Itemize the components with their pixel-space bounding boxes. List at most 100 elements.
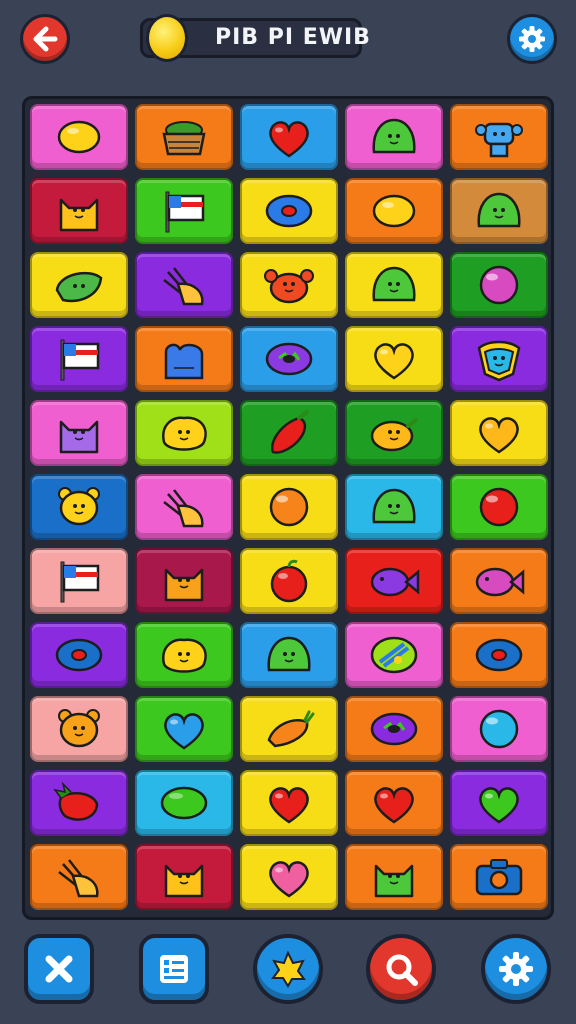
fish-icon (370, 567, 420, 597)
lemon-icon (57, 120, 101, 154)
fish-icon (475, 567, 525, 597)
tile[interactable] (240, 178, 338, 244)
tile[interactable] (345, 326, 443, 392)
tile[interactable] (30, 400, 128, 466)
tile[interactable] (135, 252, 233, 318)
cat-icon (59, 198, 99, 232)
tile[interactable] (240, 252, 338, 318)
tile[interactable] (450, 326, 548, 392)
tile[interactable] (240, 622, 338, 688)
cat-icon (59, 420, 99, 454)
tile[interactable] (30, 104, 128, 170)
tile[interactable] (135, 474, 233, 540)
tile[interactable] (345, 104, 443, 170)
lemon-icon (372, 194, 416, 228)
plate-icon (370, 636, 418, 674)
tile[interactable] (345, 844, 443, 910)
slime-icon (477, 192, 521, 228)
tile-grid (30, 104, 548, 912)
cat-icon (374, 864, 414, 898)
tile[interactable] (450, 400, 548, 466)
orb-icon (479, 487, 519, 527)
heart-icon (479, 417, 519, 454)
tile[interactable] (135, 326, 233, 392)
tile[interactable] (135, 104, 233, 170)
tile[interactable] (135, 770, 233, 836)
game-title: PIB PI EWIB (215, 25, 371, 50)
crab-icon (264, 269, 314, 304)
tile[interactable] (345, 548, 443, 614)
search-button[interactable] (366, 934, 436, 1004)
tile[interactable] (30, 474, 128, 540)
blob-face-icon (162, 416, 207, 451)
mango-icon (370, 418, 418, 452)
tile[interactable] (30, 252, 128, 318)
search-icon (386, 954, 418, 986)
orb-icon (479, 709, 519, 749)
tile[interactable] (135, 696, 233, 762)
tile[interactable] (240, 474, 338, 540)
tile[interactable] (240, 770, 338, 836)
ring-icon (475, 638, 523, 672)
tile[interactable] (450, 548, 548, 614)
tile[interactable] (450, 252, 548, 318)
tile[interactable] (450, 696, 548, 762)
list-icon (160, 955, 188, 983)
list-button[interactable] (139, 934, 209, 1004)
cat-icon (164, 568, 204, 602)
tile[interactable] (30, 178, 128, 244)
close-icon (45, 955, 73, 983)
tile[interactable] (135, 622, 233, 688)
tile[interactable] (345, 622, 443, 688)
tile[interactable] (345, 696, 443, 762)
hint-button[interactable] (253, 934, 323, 1004)
slime-icon (372, 488, 416, 524)
tile[interactable] (135, 178, 233, 244)
tile[interactable] (135, 844, 233, 910)
tile[interactable] (30, 770, 128, 836)
tile[interactable] (345, 252, 443, 318)
slime-icon (372, 118, 416, 154)
heart-icon (374, 787, 414, 824)
tile[interactable] (30, 548, 128, 614)
tile[interactable] (240, 844, 338, 910)
heart-icon (269, 787, 309, 824)
tile[interactable] (345, 178, 443, 244)
arrow-left-icon (33, 26, 58, 52)
settings-button[interactable] (481, 934, 551, 1004)
tile[interactable] (240, 326, 338, 392)
tile[interactable] (240, 400, 338, 466)
tile[interactable] (450, 844, 548, 910)
tile[interactable] (30, 622, 128, 688)
tile[interactable] (135, 400, 233, 466)
tile[interactable] (450, 178, 548, 244)
tile[interactable] (345, 400, 443, 466)
hand-icon (163, 267, 204, 306)
cat-icon (164, 864, 204, 898)
hand-icon (163, 489, 204, 528)
tile[interactable] (30, 844, 128, 910)
robot-icon (475, 122, 523, 158)
tile[interactable] (345, 770, 443, 836)
tile[interactable] (240, 104, 338, 170)
heart-icon (164, 713, 204, 750)
crest-icon (477, 340, 521, 382)
close-button[interactable] (24, 934, 94, 1004)
strawberry-icon (53, 781, 99, 821)
settings-button-top[interactable] (507, 14, 557, 64)
flag-icon (60, 339, 100, 381)
tile[interactable] (135, 548, 233, 614)
gear-icon (499, 952, 533, 986)
tile[interactable] (450, 104, 548, 170)
heart-icon (479, 787, 519, 824)
back-button[interactable] (20, 14, 70, 64)
tile[interactable] (450, 770, 548, 836)
tile[interactable] (30, 696, 128, 762)
tile[interactable] (345, 474, 443, 540)
tile[interactable] (30, 326, 128, 392)
tile[interactable] (240, 696, 338, 762)
ring-icon (265, 194, 313, 228)
tile[interactable] (450, 474, 548, 540)
tile[interactable] (240, 548, 338, 614)
tile[interactable] (450, 622, 548, 688)
